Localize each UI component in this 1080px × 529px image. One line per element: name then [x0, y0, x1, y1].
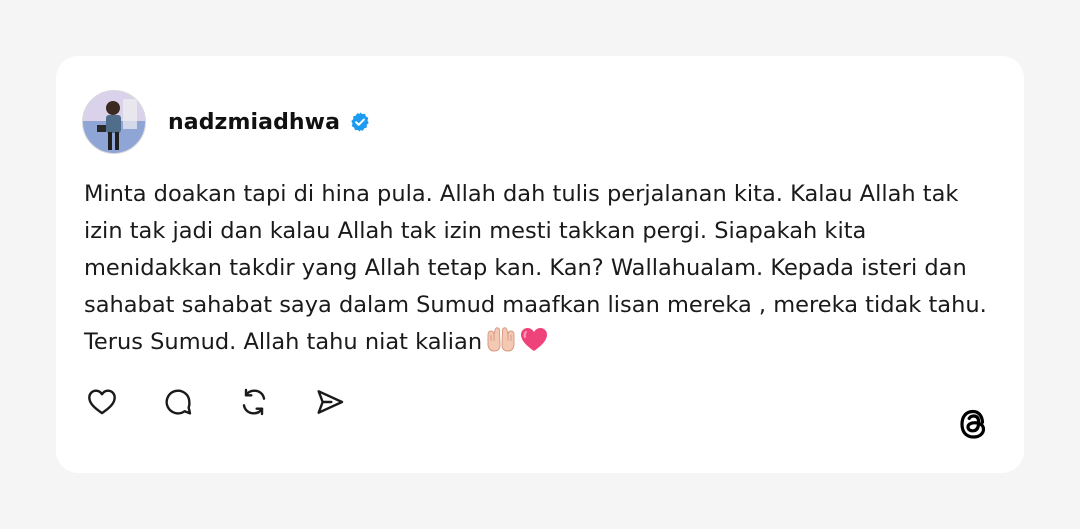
- heart-icon: [88, 389, 116, 415]
- share-button[interactable]: [312, 384, 348, 420]
- repost-icon: [242, 388, 266, 416]
- repost-button[interactable]: [236, 384, 272, 420]
- avatar[interactable]: [82, 90, 146, 154]
- send-icon: [317, 390, 344, 414]
- comment-icon: [165, 389, 192, 415]
- post-text: Minta doakan tapi di hina pula. Allah da…: [84, 176, 1004, 365]
- post-card: nadzmiadhwa Minta doakan tapi di hina pu…: [56, 56, 1024, 473]
- verified-badge-icon: [349, 111, 371, 133]
- like-button[interactable]: [84, 384, 120, 420]
- username[interactable]: nadzmiadhwa: [168, 110, 340, 135]
- reply-button[interactable]: [160, 384, 196, 420]
- action-bar: [84, 384, 388, 420]
- threads-logo-icon[interactable]: [954, 404, 994, 444]
- pink-heart-icon: [520, 327, 548, 365]
- palms-up-together-icon: [486, 327, 516, 365]
- post-header: nadzmiadhwa: [82, 89, 371, 155]
